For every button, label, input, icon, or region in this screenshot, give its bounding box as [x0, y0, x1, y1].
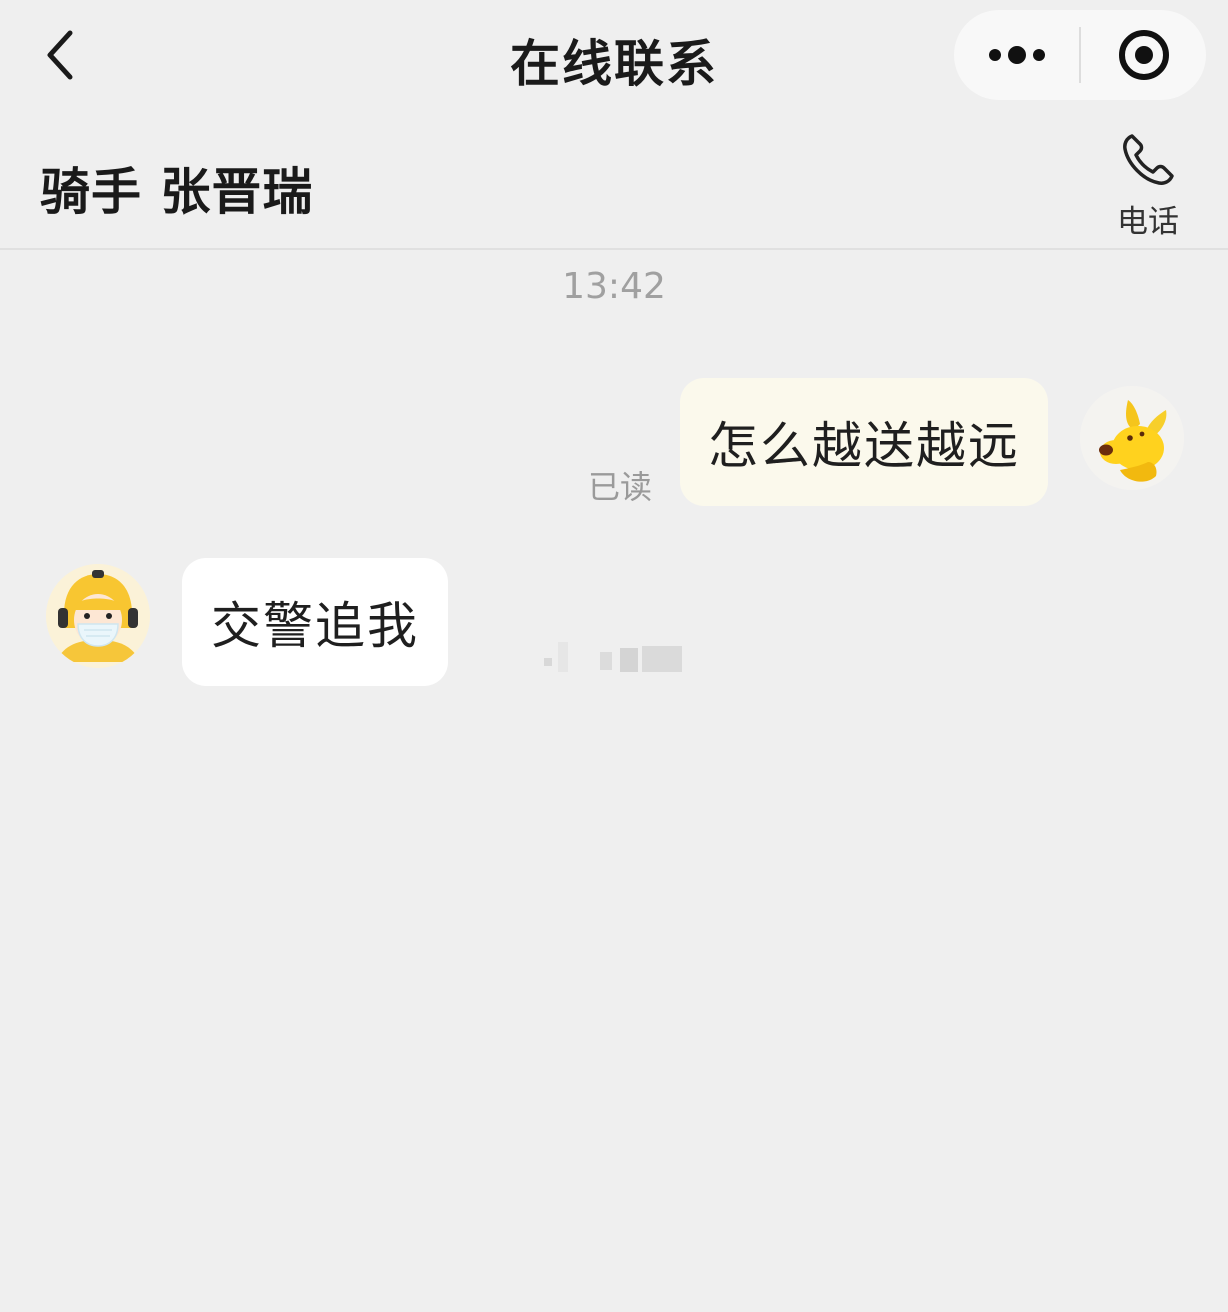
close-button[interactable] — [1081, 10, 1206, 100]
more-dots-icon — [988, 46, 1045, 64]
call-label: 电话 — [1117, 204, 1179, 240]
blurred-artifact — [544, 642, 682, 672]
message-timestamp: 13:42 — [562, 266, 666, 307]
incoming-message-bubble[interactable]: 交警追我 — [182, 558, 448, 686]
phone-icon — [1123, 134, 1174, 185]
message-text: 怎么越送越远 — [708, 417, 1020, 475]
navigation-bar: 在线联系 — [0, 0, 1228, 112]
kangaroo-mascot-icon — [1080, 386, 1184, 490]
rider-helmet-icon — [46, 564, 150, 668]
rider-avatar[interactable] — [46, 564, 150, 668]
mini-program-capsule — [954, 10, 1206, 100]
kangaroo-avatar[interactable] — [1080, 386, 1184, 490]
target-circle-icon — [1118, 30, 1169, 80]
outgoing-message-bubble[interactable]: 怎么越送越远 — [680, 378, 1048, 506]
read-status: 已读 — [588, 468, 653, 506]
rider-name: 骑手 张晋瑞 — [40, 163, 314, 221]
call-button[interactable]: 电话 — [1100, 126, 1196, 246]
chat-header: 骑手 张晋瑞 电话 — [0, 112, 1228, 250]
more-button[interactable] — [954, 10, 1079, 100]
message-text: 交警追我 — [211, 597, 419, 655]
